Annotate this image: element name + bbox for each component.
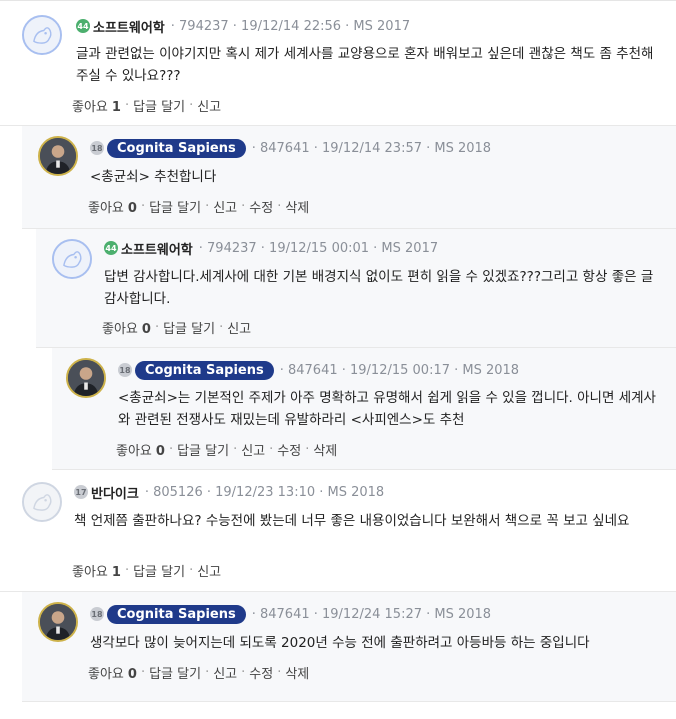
default-avatar-icon[interactable] xyxy=(22,15,62,55)
comment: 44 소프트웨어학 · 794237 · 19/12/14 22:56 · MS… xyxy=(0,1,676,126)
level-badge: 18 xyxy=(118,363,132,377)
comment-reply: 18 Cognita Sapiens · 847641 · 19/12/14 2… xyxy=(22,126,676,229)
comment-meta: 18 Cognita Sapiens · 847641 · 19/12/24 1… xyxy=(90,603,491,625)
comment-meta: 17 반다이크 · 805126 · 19/12/23 13:10 · MS 2… xyxy=(74,481,384,503)
comment-actions: 좋아요 1 · 답글 달기 · 신고 xyxy=(72,96,222,115)
comment: 17 반다이크 · 805126 · 19/12/23 13:10 · MS 2… xyxy=(0,470,676,592)
comment-body: 책 언제쯤 출판하나요? 수능전에 봤는데 너무 좋은 내용이었습니다 보완해서… xyxy=(74,513,630,529)
like-count: 0 xyxy=(127,666,137,682)
like-count: 1 xyxy=(111,99,121,115)
report-button[interactable]: 신고 xyxy=(197,96,221,115)
delete-button[interactable]: 삭제 xyxy=(285,197,309,216)
report-button[interactable]: 신고 xyxy=(213,663,237,682)
delete-button[interactable]: 삭제 xyxy=(285,663,309,682)
comment-actions: 좋아요 1 · 답글 달기 · 신고 xyxy=(72,561,222,580)
edit-button[interactable]: 수정 xyxy=(249,663,273,682)
comment-meta: 18 Cognita Sapiens · 847641 · 19/12/14 2… xyxy=(90,137,491,159)
comment-thread: 44 소프트웨어학 · 794237 · 19/12/14 22:56 · MS… xyxy=(0,0,676,719)
comment-reply: 18 Cognita Sapiens · 847641 · 19/12/24 1… xyxy=(22,592,676,702)
default-avatar-icon[interactable] xyxy=(52,239,92,279)
author-name[interactable]: 소프트웨어학 xyxy=(121,239,193,258)
comment-body: <총균쇠> 추천합니다 xyxy=(90,169,217,185)
author-name[interactable]: 반다이크 xyxy=(91,483,139,502)
like-button[interactable]: 좋아요 0 xyxy=(102,318,151,337)
user-photo-avatar[interactable] xyxy=(66,358,106,398)
like-button[interactable]: 좋아요 0 xyxy=(88,197,137,216)
default-avatar-icon[interactable] xyxy=(22,482,62,522)
comment-body: <총균쇠>는 기본적인 주제가 아주 명확하고 유명해서 쉽게 읽을 수 있을 … xyxy=(118,390,656,428)
comment-actions: 좋아요 0 · 답글 달기 · 신고 · 수정 · 삭제 xyxy=(116,440,338,459)
comment-meta-info: · 805126 · 19/12/23 13:10 · MS 2018 xyxy=(144,484,385,500)
comment-body: 답변 감사합니다.세계사에 대한 기본 배경지식 없이도 편히 읽을 수 있겠죠… xyxy=(104,269,654,307)
comment-meta-info: · 847641 · 19/12/24 15:27 · MS 2018 xyxy=(251,606,492,622)
like-count: 0 xyxy=(155,443,165,459)
report-button[interactable]: 신고 xyxy=(227,318,251,337)
comment-body: 생각보다 많이 늦어지는데 되도록 2020년 수능 전에 출판하려고 아등바등… xyxy=(90,635,590,651)
user-photo-avatar[interactable] xyxy=(38,136,78,176)
edit-button[interactable]: 수정 xyxy=(277,440,301,459)
like-count: 0 xyxy=(127,200,137,216)
comment-meta: 44 소프트웨어학 · 794237 · 19/12/14 22:56 · MS… xyxy=(76,15,410,37)
reply-button[interactable]: 답글 달기 xyxy=(133,96,185,115)
comment-actions: 좋아요 0 · 답글 달기 · 신고 · 수정 · 삭제 xyxy=(88,197,310,216)
comment-body: 글과 관련없는 이야기지만 혹시 제가 세계사를 교양용으로 혼자 배워보고 싶… xyxy=(76,46,654,84)
comment-meta-info: · 847641 · 19/12/15 00:17 · MS 2018 xyxy=(279,362,520,378)
reply-button[interactable]: 답글 달기 xyxy=(177,440,229,459)
level-badge: 44 xyxy=(76,19,90,33)
reply-button[interactable]: 답글 달기 xyxy=(133,561,185,580)
comment-meta-info: · 794237 · 19/12/15 00:01 · MS 2017 xyxy=(198,240,439,256)
comment-meta: 18 Cognita Sapiens · 847641 · 19/12/15 0… xyxy=(118,359,519,381)
report-button[interactable]: 신고 xyxy=(241,440,265,459)
reply-button[interactable]: 답글 달기 xyxy=(149,197,201,216)
comment-reply: 44 소프트웨어학 · 794237 · 19/12/15 00:01 · MS… xyxy=(36,229,676,348)
like-button[interactable]: 좋아요 1 xyxy=(72,96,121,115)
delete-button[interactable]: 삭제 xyxy=(313,440,337,459)
like-count: 1 xyxy=(111,564,121,580)
report-button[interactable]: 신고 xyxy=(213,197,237,216)
level-badge: 17 xyxy=(74,485,88,499)
comment-meta-info: · 847641 · 19/12/14 23:57 · MS 2018 xyxy=(251,140,492,156)
like-button[interactable]: 좋아요 0 xyxy=(88,663,137,682)
reply-button[interactable]: 답글 달기 xyxy=(163,318,215,337)
user-photo-avatar[interactable] xyxy=(38,602,78,642)
reply-button[interactable]: 답글 달기 xyxy=(149,663,201,682)
comment-meta-info: · 794237 · 19/12/14 22:56 · MS 2017 xyxy=(170,18,411,34)
comment-actions: 좋아요 0 · 답글 달기 · 신고 · 수정 · 삭제 xyxy=(88,663,310,682)
level-badge: 18 xyxy=(90,141,104,155)
like-button[interactable]: 좋아요 1 xyxy=(72,561,121,580)
level-badge: 44 xyxy=(104,241,118,255)
comment-actions: 좋아요 0 · 답글 달기 · 신고 xyxy=(102,318,252,337)
report-button[interactable]: 신고 xyxy=(197,561,221,580)
comment-reply: 18 Cognita Sapiens · 847641 · 19/12/15 0… xyxy=(52,348,676,470)
author-name[interactable]: Cognita Sapiens xyxy=(107,138,246,158)
edit-button[interactable]: 수정 xyxy=(249,197,273,216)
author-name[interactable]: Cognita Sapiens xyxy=(107,604,246,624)
comment-meta: 44 소프트웨어학 · 794237 · 19/12/15 00:01 · MS… xyxy=(104,237,438,259)
author-name[interactable]: Cognita Sapiens xyxy=(135,360,274,380)
author-name[interactable]: 소프트웨어학 xyxy=(93,17,165,36)
like-button[interactable]: 좋아요 0 xyxy=(116,440,165,459)
level-badge: 18 xyxy=(90,607,104,621)
like-count: 0 xyxy=(141,321,151,337)
